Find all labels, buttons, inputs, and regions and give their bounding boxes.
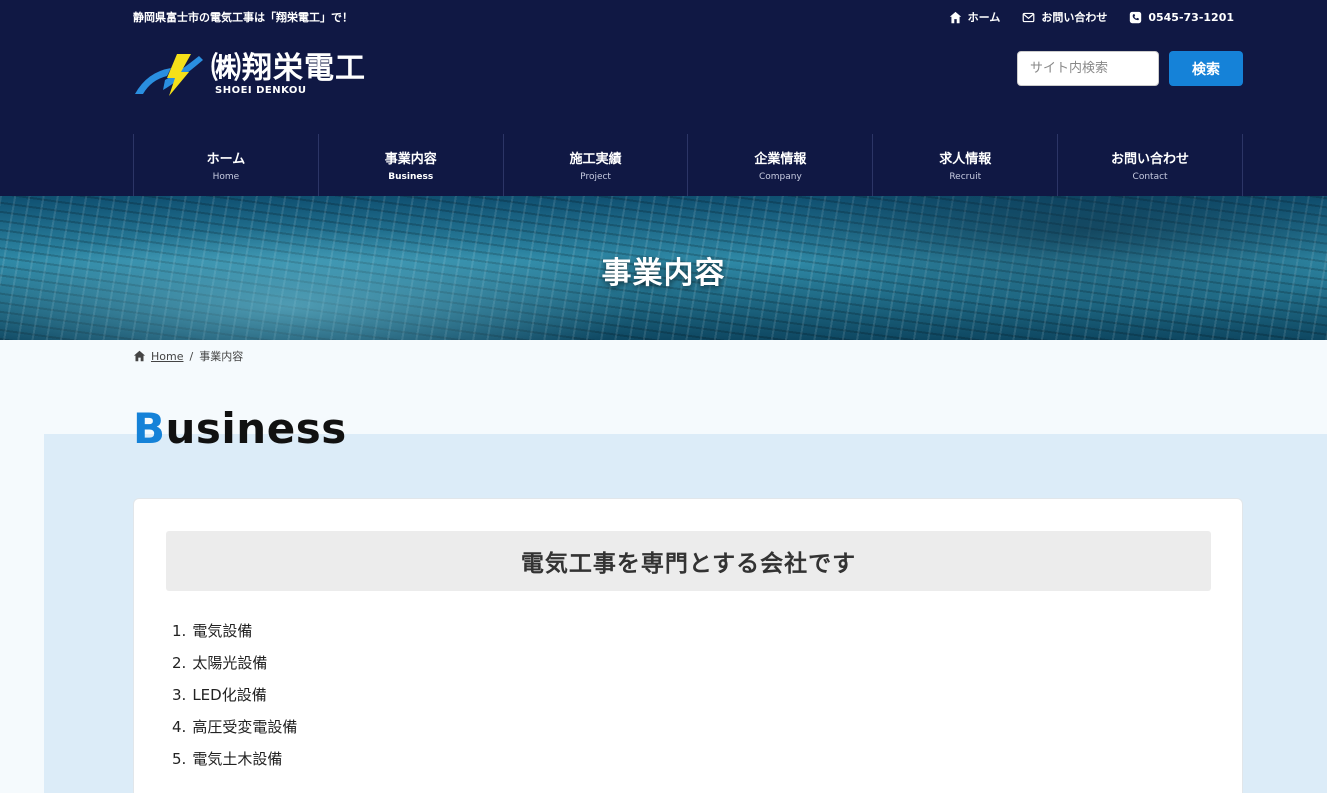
nav-label-jp: ホーム: [206, 152, 246, 167]
nav-label-en: Business: [388, 172, 434, 182]
nav-label-en: Home: [212, 172, 240, 182]
envelope-icon: [1022, 12, 1035, 22]
list-item-label: 電気土木設備: [192, 750, 283, 768]
list-item-number: 2.: [172, 654, 187, 672]
list-item-number: 4.: [172, 718, 187, 736]
home-icon: [949, 11, 961, 23]
list-item-number: 1.: [172, 622, 187, 640]
card-heading: 電気工事を専門とする会社です: [166, 531, 1211, 591]
nav-label-jp: 事業内容: [384, 152, 437, 167]
top-link-label: 0545-73-1201: [1148, 10, 1234, 24]
site-header: 静岡県富士市の電気工事は「翔栄電工」で！ ホーム お問い合わせ 0545-73-…: [0, 0, 1327, 196]
list-item-label: 電気設備: [192, 622, 253, 640]
top-link-contact[interactable]: お問い合わせ: [1022, 9, 1107, 25]
search-button[interactable]: 検索: [1169, 51, 1243, 86]
page-hero-banner: 事業内容: [0, 196, 1327, 340]
top-links: ホーム お問い合わせ 0545-73-1201: [949, 9, 1234, 25]
top-link-home[interactable]: ホーム: [949, 9, 1001, 25]
list-item-label: 太陽光設備: [192, 654, 268, 672]
list-item-number: 3.: [172, 686, 187, 704]
nav-label-en: Contact: [1132, 172, 1168, 182]
list-item-number: 5.: [172, 750, 187, 768]
list-item: 3. LED化設備: [172, 683, 297, 715]
section-title: Business: [133, 404, 347, 453]
logo-mark-icon: [135, 54, 203, 96]
nav-label-jp: 施工実績: [569, 152, 622, 167]
business-card: 電気工事を専門とする会社です 1. 電気設備 2. 太陽光設備 3. LED化設備 4…: [133, 498, 1243, 793]
top-link-label: ホーム: [967, 11, 1001, 24]
breadcrumb: Home / 事業内容: [133, 348, 243, 364]
phone-icon: [1130, 11, 1142, 23]
home-icon: [133, 350, 146, 362]
nav-label-jp: 求人情報: [939, 152, 992, 167]
nav-label-jp: お問い合わせ: [1111, 152, 1190, 167]
nav-label-jp: 企業情報: [754, 152, 807, 167]
list-item-label: LED化設備: [192, 686, 267, 704]
site-logo[interactable]: ㈱翔栄電工 SHOEI DENKOU: [133, 50, 366, 98]
list-item: 2. 太陽光設備: [172, 651, 297, 683]
service-list: 1. 電気設備 2. 太陽光設備 3. LED化設備 4. 高圧受変電設備 5. 電気土木…: [172, 619, 297, 779]
top-link-label: お問い合わせ: [1041, 11, 1108, 24]
site-search-input[interactable]: [1017, 51, 1159, 86]
list-item: 1. 電気設備: [172, 619, 297, 651]
nav-item-recruit[interactable]: 求人情報 Recruit: [872, 134, 1057, 196]
nav-label-en: Project: [580, 172, 611, 182]
breadcrumb-current: 事業内容: [199, 350, 244, 363]
breadcrumb-home-label: Home: [151, 349, 184, 363]
breadcrumb-home-link[interactable]: Home: [133, 350, 183, 363]
list-item: 5. 電気土木設備: [172, 747, 297, 779]
nav-item-contact[interactable]: お問い合わせ Contact: [1057, 134, 1243, 196]
logo-name-en: SHOEI DENKOU: [215, 84, 307, 96]
list-item-label: 高圧受変電設備: [192, 718, 298, 736]
section-title-initial: B: [133, 404, 166, 453]
tagline: 静岡県富士市の電気工事は「翔栄電工」で！: [133, 11, 353, 24]
nav-item-project[interactable]: 施工実績 Project: [502, 134, 688, 196]
logo-name-jp: ㈱翔栄電工: [211, 50, 366, 86]
nav-item-company[interactable]: 企業情報 Company: [687, 134, 872, 196]
top-link-phone[interactable]: 0545-73-1201: [1129, 9, 1234, 25]
logo-text: ㈱翔栄電工 SHOEI DENKOU: [211, 50, 366, 96]
nav-label-en: Recruit: [949, 172, 982, 182]
breadcrumb-separator: /: [189, 349, 194, 363]
section-title-rest: usiness: [165, 404, 347, 453]
nav-item-business[interactable]: 事業内容 Business: [317, 134, 503, 196]
nav-label-en: Company: [758, 172, 802, 182]
global-nav: ホーム Home 事業内容 Business 施工実績 Project 企業情報…: [133, 134, 1243, 196]
list-item: 4. 高圧受変電設備: [172, 715, 297, 747]
nav-item-home[interactable]: ホーム Home: [133, 134, 318, 196]
page-title: 事業内容: [601, 256, 726, 291]
